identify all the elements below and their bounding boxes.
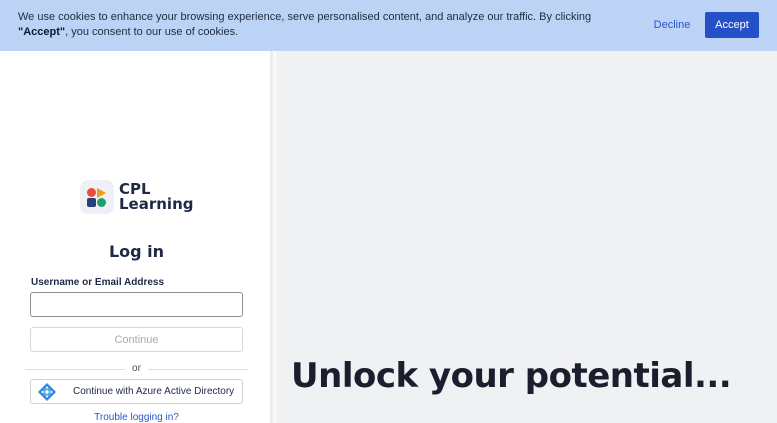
logo-line-2: Learning [119,195,194,213]
accept-button[interactable]: Accept [705,12,759,38]
azure-login-button[interactable]: Continue with Azure Active Directory [30,379,243,404]
cookie-text-bold: "Accept" [18,26,66,38]
hero-panel: Unlock your potential... [276,0,777,423]
cookie-text-before: We use cookies to enhance your browsing … [18,11,592,23]
trouble-logging-in-link[interactable]: Trouble logging in? [0,412,273,423]
username-label: Username or Email Address [31,277,165,288]
username-input[interactable] [30,292,243,317]
cpl-logo-icon [80,180,114,214]
login-title: Log in [108,242,165,261]
decline-button[interactable]: Decline [646,14,698,36]
azure-login-label: Continue with Azure Active Directory [73,386,235,397]
or-text: or [132,363,141,374]
cpl-learning-logo: CPL Learning [80,180,200,216]
cookie-text-after: , you consent to our use of cookies. [65,26,239,38]
azure-diamond-icon [38,383,56,401]
login-panel: CPL Learning Log in Username or Email Ad… [0,0,273,423]
cookie-message: We use cookies to enhance your browsing … [18,10,598,40]
or-divider: or [25,363,248,375]
continue-button[interactable]: Continue [30,327,243,352]
hero-headline: Unlock your potential... [291,356,732,396]
cookie-banner: We use cookies to enhance your browsing … [0,0,777,51]
logo-text: CPL Learning [119,182,194,212]
